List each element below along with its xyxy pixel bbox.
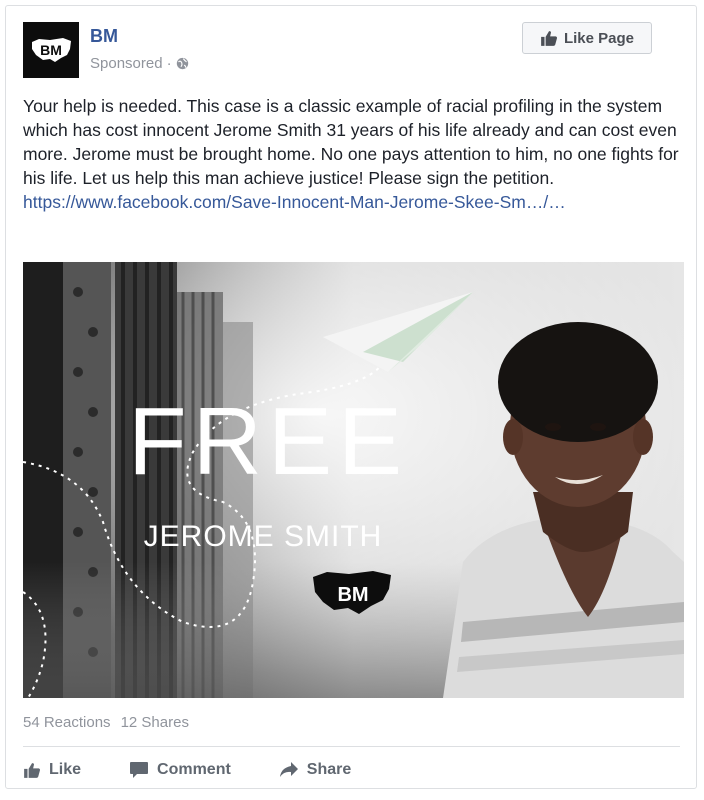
- post-image[interactable]: FREE JEROME SMITH BM: [23, 262, 684, 698]
- thumbs-up-icon: [541, 31, 557, 46]
- meta-separator: ·: [166, 55, 172, 72]
- like-page-button[interactable]: Like Page: [522, 22, 652, 54]
- like-page-label: Like Page: [563, 29, 635, 47]
- post-body-text: Your help is needed. This case is a clas…: [23, 96, 679, 188]
- sponsored-label[interactable]: Sponsored: [90, 55, 163, 72]
- petition-link[interactable]: https://www.facebook.com/Save-Innocent-M…: [23, 190, 683, 214]
- like-button[interactable]: Like: [23, 761, 81, 779]
- share-button[interactable]: Share: [279, 761, 351, 779]
- post-header: BM BM Sponsored · Like Page: [23, 22, 680, 84]
- thumbs-up-icon: [24, 763, 41, 778]
- share-arrow-icon: [279, 762, 298, 777]
- image-headline: FREE: [128, 388, 408, 495]
- share-label: Share: [306, 761, 352, 778]
- comment-label: Comment: [157, 761, 231, 778]
- engagement-stats: 54 Reactions 12 Shares: [23, 714, 189, 731]
- comment-button[interactable]: Comment: [129, 761, 231, 779]
- shares-count[interactable]: 12 Shares: [121, 714, 189, 731]
- image-subheadline: JEROME SMITH: [144, 520, 383, 553]
- image-logo-text: BM: [337, 584, 368, 606]
- bm-logo-icon: BM: [23, 22, 79, 78]
- page-avatar[interactable]: BM: [23, 22, 79, 78]
- post-body: Your help is needed. This case is a clas…: [23, 94, 683, 214]
- post-meta: Sponsored ·: [90, 55, 189, 72]
- globe-icon: [176, 57, 188, 70]
- post-actions: Like Comment Share: [23, 756, 399, 784]
- comment-icon: [130, 762, 149, 778]
- avatar-logo-text: BM: [40, 42, 62, 58]
- like-label: Like: [49, 761, 82, 778]
- action-divider: [23, 746, 680, 747]
- sponsored-post-card: BM BM Sponsored · Like Page Your help is…: [5, 5, 697, 789]
- ad-image-graphic: FREE JEROME SMITH BM: [23, 262, 684, 698]
- reactions-count[interactable]: 54 Reactions: [23, 714, 111, 731]
- page-name-link[interactable]: BM: [90, 26, 118, 47]
